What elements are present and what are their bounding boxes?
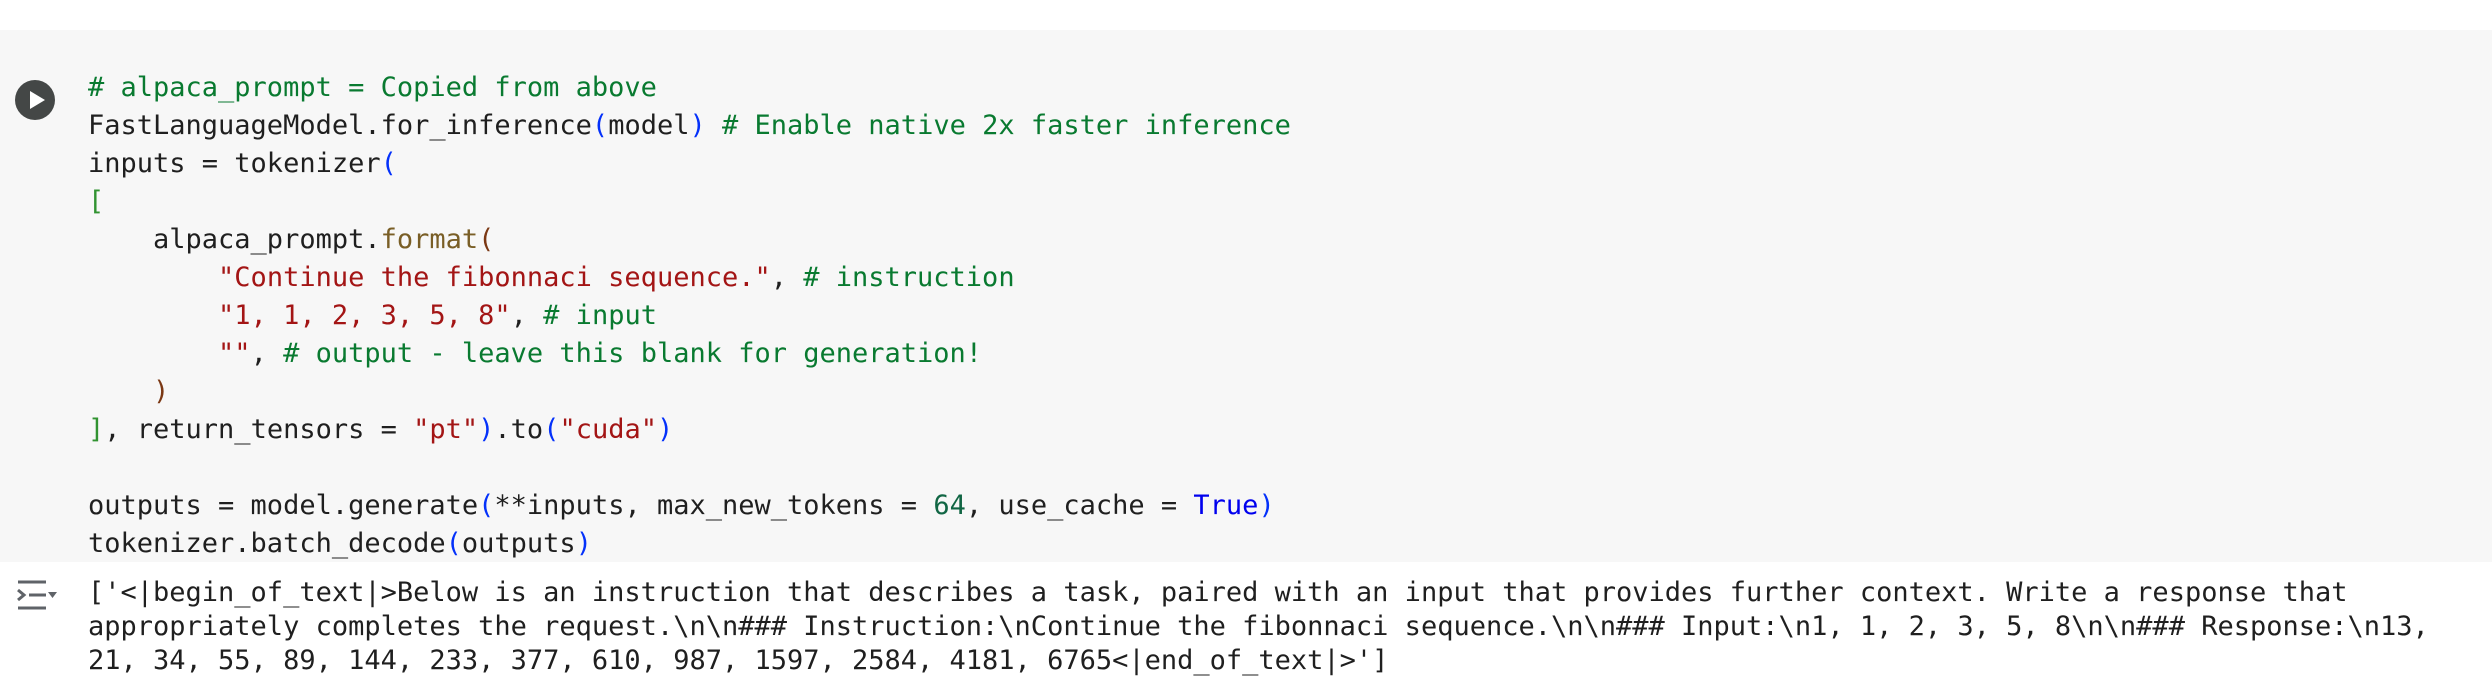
code-editor[interactable]: # alpaca_prompt = Copied from above FastL…: [88, 69, 1291, 563]
play-icon: [30, 91, 45, 109]
code-token: # output - leave this blank for generati…: [283, 338, 983, 369]
code-token: (: [478, 224, 495, 255]
code-token: # input: [543, 300, 657, 331]
code-token: ): [153, 376, 170, 407]
code-cell[interactable]: # alpaca_prompt = Copied from above FastL…: [0, 30, 2492, 562]
code-line: outputs = model.generate(**inputs, max_n…: [88, 487, 1291, 525]
code-token: **inputs, max_new_tokens =: [494, 490, 934, 521]
code-token: format: [380, 224, 479, 255]
code-token: , use_cache =: [965, 490, 1194, 521]
code-token: ): [575, 528, 592, 559]
code-token: ): [657, 414, 674, 445]
code-line: "1, 1, 2, 3, 5, 8", # input: [88, 297, 1291, 335]
notebook: # alpaca_prompt = Copied from above FastL…: [0, 0, 2492, 700]
code-line: [: [88, 183, 1291, 221]
code-token: 64: [933, 490, 966, 521]
code-token: (: [478, 490, 495, 521]
code-token: [: [88, 186, 105, 217]
code-line: "", # output - leave this blank for gene…: [88, 335, 1291, 373]
code-token: ): [478, 414, 495, 445]
code-token: (: [543, 414, 560, 445]
code-token: model: [608, 110, 690, 141]
code-token: alpaca_prompt.: [88, 224, 381, 255]
code-line: ], return_tensors = "pt").to("cuda"): [88, 411, 1291, 449]
code-line: inputs = tokenizer(: [88, 145, 1291, 183]
code-token: True: [1193, 490, 1259, 521]
code-line: ): [88, 373, 1291, 411]
code-token: tokenizer.batch_decode: [88, 528, 446, 559]
code-token: ,: [250, 338, 284, 369]
code-token: "1, 1, 2, 3, 5, 8": [218, 300, 511, 331]
code-token: outputs = model.generate: [88, 490, 479, 521]
code-token: "Continue the fibonnaci sequence.": [218, 262, 771, 293]
code-token: "cuda": [559, 414, 658, 445]
code-token: ,: [510, 300, 544, 331]
code-token: ): [689, 110, 706, 141]
cell-output: ['<|begin_of_text|>Below is an instructi…: [0, 562, 2492, 700]
output-text: ['<|begin_of_text|>Below is an instructi…: [88, 577, 2446, 676]
code-line: alpaca_prompt.format(: [88, 221, 1291, 259]
code-token: # Enable native 2x faster inference: [722, 110, 1291, 141]
run-cell-button[interactable]: [15, 80, 55, 120]
code-token: .to: [494, 414, 544, 445]
code-line: "Continue the fibonnaci sequence.", # in…: [88, 259, 1291, 297]
output-toggle-icon[interactable]: [14, 578, 58, 614]
code-token: ]: [88, 414, 105, 445]
code-token: ,: [770, 262, 804, 293]
code-token: , return_tensors =: [104, 414, 414, 445]
code-token: # instruction: [803, 262, 1015, 293]
code-token: (: [591, 110, 609, 141]
code-token: inputs = tokenizer: [88, 148, 381, 179]
code-line: FastLanguageModel.for_inference(model) #…: [88, 107, 1291, 145]
code-token: "": [218, 338, 251, 369]
code-token: (: [445, 528, 462, 559]
code-token: FastLanguageModel.for_inference: [88, 110, 592, 141]
code-line: # alpaca_prompt = Copied from above: [88, 69, 1291, 107]
code-token: (: [380, 148, 397, 179]
code-token: "pt": [413, 414, 479, 445]
code-token: # alpaca_prompt = Copied from above: [88, 72, 657, 103]
code-line: tokenizer.batch_decode(outputs): [88, 525, 1291, 563]
code-token: ): [1258, 490, 1275, 521]
code-token: outputs: [461, 528, 576, 559]
